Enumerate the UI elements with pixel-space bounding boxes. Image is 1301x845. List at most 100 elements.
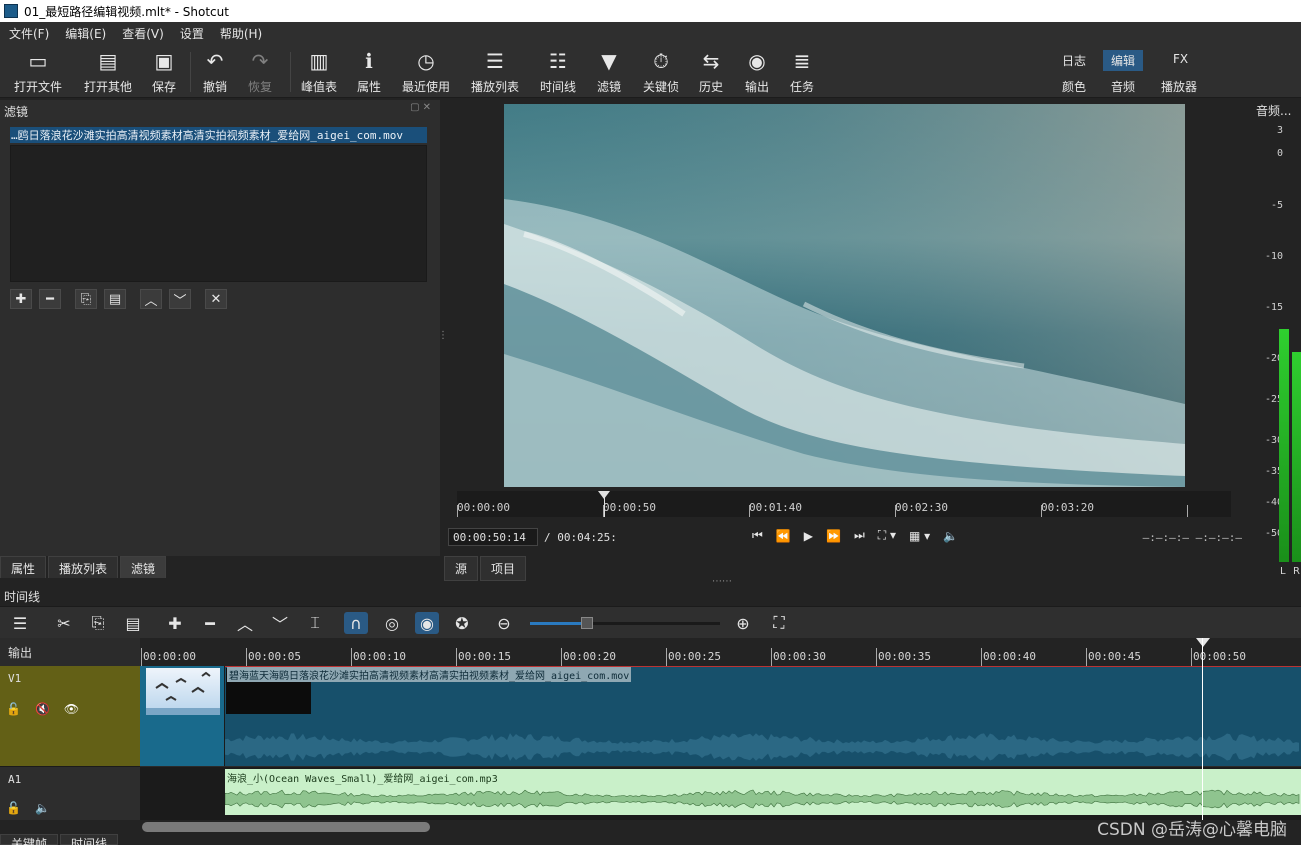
remove-filter-button[interactable]: ━ [39,289,61,309]
add-filter-button[interactable]: ✚ [10,289,32,309]
jobs-button[interactable]: ≣ 任务 [774,48,830,95]
timeline-playhead[interactable] [1196,638,1210,647]
zoom-fit-icon[interactable]: ⛶ ▾ [878,528,896,543]
tab-filters[interactable]: 滤镜 [120,556,167,578]
player-ruler-label: 00:01:40 [749,501,802,514]
window-title: 01_最短路径编辑视频.mlt* - Shotcut [24,4,229,19]
track-name-v1: V1 [8,672,22,685]
tab-properties[interactable]: 属性 [0,556,47,578]
playlist-button[interactable]: ☰ 播放列表 [467,48,523,95]
tab-keyframes[interactable]: 关键帧 [0,834,59,845]
redo-button[interactable]: ↷ 恢复 [232,48,288,95]
scrub-eye-icon[interactable]: ◎ [380,612,404,634]
volume-icon[interactable]: 🔈 [943,529,958,543]
close-icon: ✕ [210,291,222,307]
keyframes-button[interactable]: ⏱ 关键侦 [633,48,689,95]
splitter-handle[interactable]: ⋯⋯ [712,576,732,587]
save-button[interactable]: ▣ 保存 [136,48,192,95]
meter-bar-left [1279,328,1289,562]
audio-track-a1[interactable]: 海浪_小(Ocean Waves_Small)_爱给网_aigei_com.mp… [140,766,1301,820]
layout-fx[interactable]: FX [1165,50,1196,68]
split-icon[interactable]: ⌶ [303,612,327,634]
tab-project[interactable]: 项目 [480,556,527,581]
append-icon[interactable]: ✚ [163,612,187,634]
speaker-icon[interactable]: 🔈 [35,801,50,815]
zoom-slider[interactable] [530,617,720,629]
recent-button[interactable]: ◷ 最近使用 [398,48,454,95]
snap-magnet-icon[interactable]: ∩ [344,612,368,634]
overwrite-icon[interactable]: ﹀ [268,612,292,634]
timeline-button[interactable]: ☷ 时间线 [530,48,586,95]
timeline-ruler-label: 00:00:20 [563,650,616,663]
play-icon[interactable]: ▶ [804,529,813,543]
skip-next-icon[interactable]: ⏭ [854,528,865,543]
copy-filter-button[interactable]: ⎘ [75,289,97,309]
fast-forward-icon[interactable]: ⏩ [826,529,841,543]
zoom-fit-icon[interactable]: ⛶ [767,612,791,634]
ripple-icon[interactable]: ◉ [415,612,439,634]
layout-logging[interactable]: 日志 [1054,50,1094,71]
zoom-slider-handle[interactable] [581,617,593,629]
audio-meter-title: 音频... [1256,104,1292,118]
mute-icon[interactable]: 🔇 [35,702,50,716]
meter-scale-label: 0 [1276,148,1283,159]
lock-icon[interactable]: 🔓 [6,702,21,716]
tab-playlist[interactable]: 播放列表 [48,556,119,578]
lock-icon[interactable]: 🔓 [6,801,21,815]
track-header-a1[interactable]: A1 🔓 🔈 [0,766,140,820]
remove-icon[interactable]: ━ [198,612,222,634]
video-preview[interactable] [504,104,1185,487]
layout-editing[interactable]: 编辑 [1103,50,1144,71]
timeline-tracks[interactable]: 00:00:00 00:00:05 00:00:10 00:00:15 00:0… [140,638,1301,820]
tab-source[interactable]: 源 [444,556,479,581]
properties-button[interactable]: ℹ 属性 [341,48,397,95]
move-down-button[interactable]: ﹀ [169,289,191,309]
cut-icon[interactable]: ✂ [52,612,76,634]
eye-icon[interactable]: 👁 [64,702,79,716]
menu-file[interactable]: 文件(F) [0,25,56,42]
filters-button[interactable]: ▼ 滤镜 [581,48,637,95]
timeline-ruler[interactable]: 00:00:00 00:00:05 00:00:10 00:00:15 00:0… [140,638,1301,666]
meter-scale-label: -10 [1264,251,1283,262]
tab-timeline[interactable]: 时间线 [60,834,119,845]
skip-previous-icon[interactable]: ⏮ [752,528,763,543]
watermark-text: CSDN @岳涛@心馨电脑 [1097,820,1287,840]
layout-color[interactable]: 颜色 [1054,76,1094,97]
track-header-v1[interactable]: V1 🔓 🔇 👁 [0,666,140,766]
player-scrubber[interactable]: 00:00:00 00:00:50 00:01:40 00:02:30 00:0… [457,491,1231,517]
paste-icon: ▤ [108,291,122,307]
seagulls-image [146,671,220,715]
menu-edit[interactable]: 编辑(E) [56,25,113,42]
layout-player[interactable]: 播放器 [1153,76,1205,97]
video-track-v1[interactable]: 碧海蓝天海鸥日落浪花沙滩实拍高清视频素材高清实拍视频素材_爱给网_aigei_c… [140,666,1301,766]
layout-audio[interactable]: 音频 [1103,76,1143,97]
open-other-button[interactable]: ▤ 打开其他 [80,48,136,95]
player-panel: 00:00:00 00:00:50 00:01:40 00:02:30 00:0… [444,100,1244,581]
redo-icon: ↷ [251,49,269,73]
open-file-button[interactable]: ▭ 打开文件 [10,48,66,95]
filter-list[interactable] [10,145,427,282]
ripple-all-icon[interactable]: ✪ [450,612,474,634]
panel-float-close-icons[interactable]: ▢✕ [410,102,434,113]
move-up-button[interactable]: ︿ [140,289,162,309]
zoom-out-icon[interactable]: ⊖ [492,612,516,634]
deselect-filter-button[interactable]: ✕ [205,289,227,309]
scrollbar-thumb[interactable] [142,822,430,832]
timeline-ruler-label: 00:00:25 [668,650,721,663]
menu-settings[interactable]: 设置 [171,25,211,42]
grid-icon[interactable]: ▦ ▾ [909,529,930,543]
zoom-in-icon[interactable]: ⊕ [731,612,755,634]
rewind-icon[interactable]: ⏪ [776,529,791,543]
menu-icon[interactable]: ☰ [8,612,32,634]
paste-filter-button[interactable]: ▤ [104,289,126,309]
menu-view[interactable]: 查看(V) [113,25,171,42]
peak-meter-button[interactable]: ▥ 峰值表 [291,48,347,95]
main-toolbar: ▭ 打开文件 ▤ 打开其他 ▣ 保存 ↶ 撤销 ↷ 恢复 ▥ 峰值表 ℹ 属性 … [0,44,1301,98]
audio-clip-waves[interactable]: 海浪_小(Ocean Waves_Small)_爱给网_aigei_com.mp… [225,769,1301,815]
copy-icon[interactable]: ⎘ [86,612,110,634]
menu-help[interactable]: 帮助(H) [211,25,269,42]
lift-icon[interactable]: ︿ [233,612,257,634]
timecode-field[interactable]: 00:00:50:14 [448,528,538,546]
video-clip-birds[interactable] [140,666,224,766]
paste-icon[interactable]: ▤ [121,612,145,634]
